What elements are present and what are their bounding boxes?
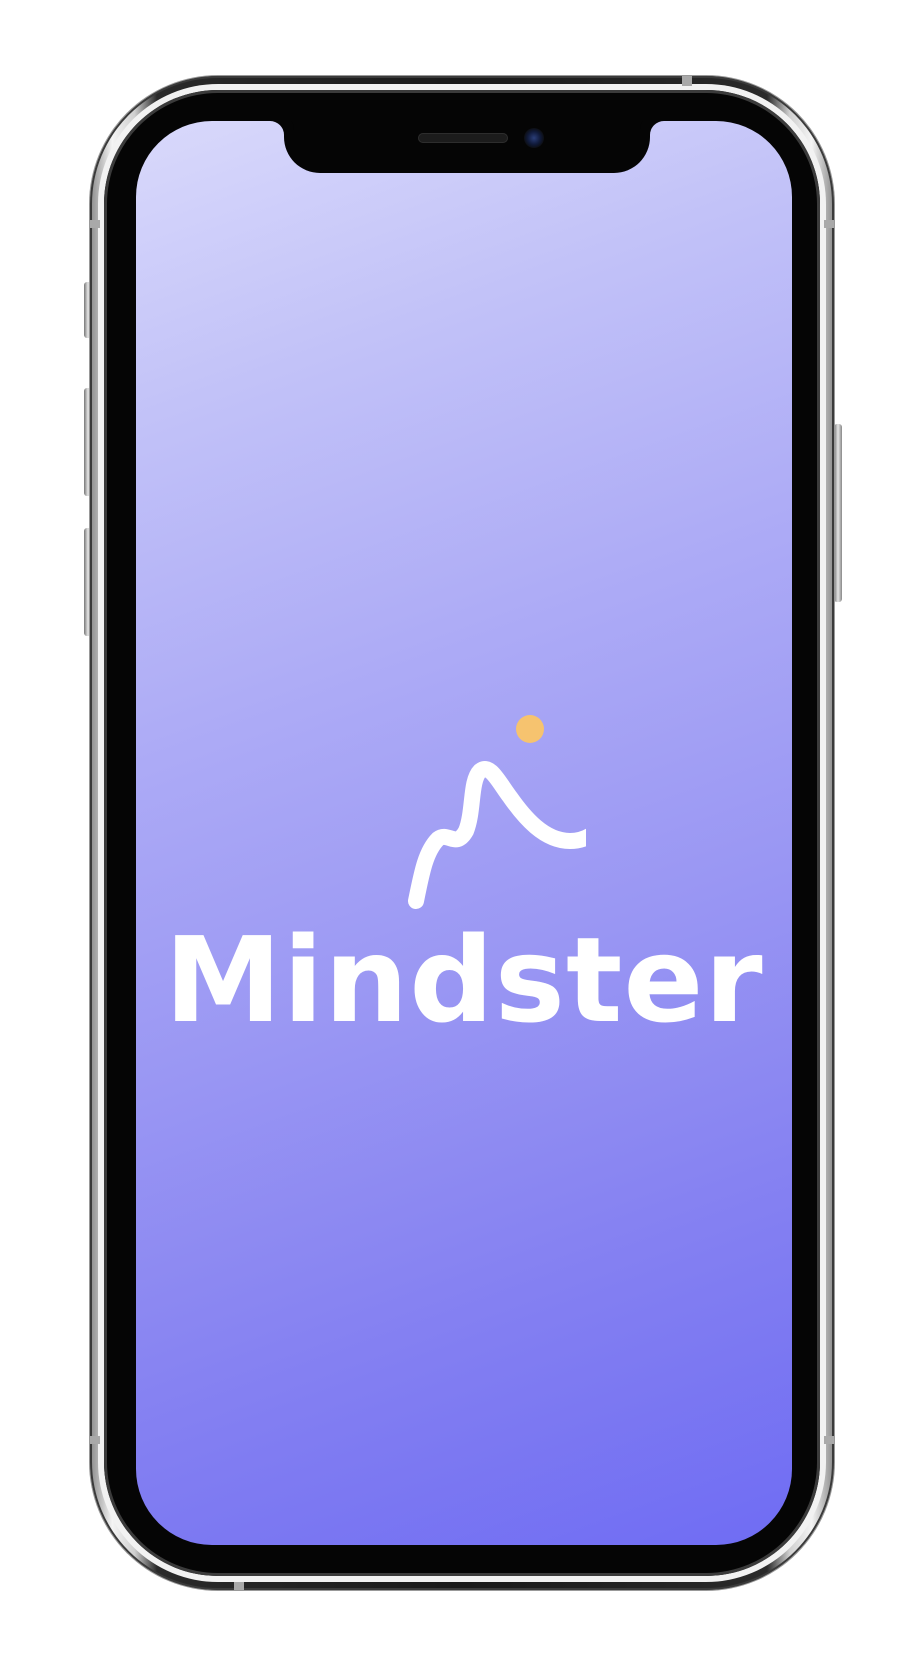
antenna-band xyxy=(682,76,692,86)
logo-sun-dot xyxy=(516,715,544,743)
antenna-band xyxy=(90,1436,100,1444)
antenna-band xyxy=(824,1436,834,1444)
phone-frame: Mindster xyxy=(90,76,834,1590)
antenna-band xyxy=(824,220,834,228)
antenna-band xyxy=(90,220,100,228)
device-mockup: Mindster xyxy=(0,0,907,1655)
power-button xyxy=(834,424,842,602)
notch xyxy=(284,121,650,173)
earpiece-speaker xyxy=(418,133,508,143)
app-name: Mindster xyxy=(164,911,764,1049)
front-camera-icon xyxy=(524,128,544,148)
antenna-band xyxy=(234,1582,244,1590)
splash-screen[interactable]: Mindster xyxy=(136,121,792,1545)
logo-mountain-stroke xyxy=(408,761,586,909)
